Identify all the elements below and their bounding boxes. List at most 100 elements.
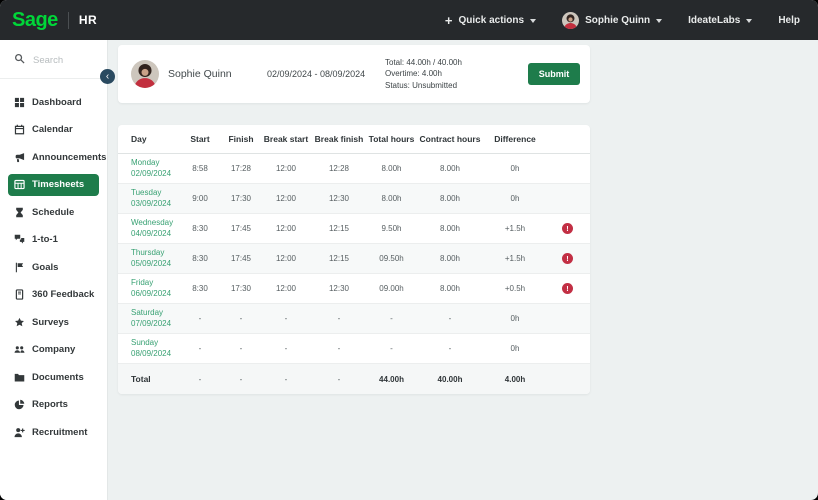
cell-difference: 0h [510, 344, 520, 353]
column-header-total-hours: Total hours [368, 134, 415, 144]
sage-logo[interactable]: Sage [12, 9, 58, 32]
sidebar-item-1-to-1[interactable]: 1-to-1 [0, 229, 107, 251]
sidebar-item-goals[interactable]: Goals [0, 256, 107, 278]
cell-total-hours: 09.50h [379, 254, 404, 263]
help-link[interactable]: Help [778, 15, 800, 26]
sidebar-item-schedule[interactable]: Schedule [0, 201, 107, 223]
cell-total-hours: - [390, 314, 393, 323]
overtime-warning-icon[interactable]: ! [562, 253, 573, 264]
cell-difference: 0h [510, 194, 520, 203]
cell-finish: 17:30 [230, 284, 252, 293]
day-name: Saturday [131, 308, 164, 318]
cell-contract-hours: 8.00h [439, 254, 461, 263]
search-icon [14, 51, 25, 69]
sidebar-item-timesheets[interactable]: Timesheets [8, 173, 99, 196]
cell-difference: 0h [510, 314, 520, 323]
cell-start: 8:30 [192, 254, 208, 263]
table-row-tuesday[interactable]: Tuesday 03/09/2024 9:00 17:30 12:00 12:30 8.00… [118, 184, 590, 214]
megaphone-icon [14, 152, 25, 163]
table-row-thursday[interactable]: Thursday 05/09/2024 8:30 17:45 12:00 12:15 09.… [118, 244, 590, 274]
sidebar-item-company[interactable]: Company [0, 339, 107, 361]
sidebar-item-360-feedback[interactable]: 360 Feedback [0, 284, 107, 306]
company-name: IdeateLabs [688, 14, 741, 26]
day-cell: Thursday 05/09/2024 [118, 248, 180, 269]
quick-actions-button[interactable]: + Quick actions [445, 14, 537, 27]
topbar-brand-group: Sage HR [12, 9, 97, 32]
overtime-warning-icon[interactable]: ! [562, 223, 573, 234]
table-row-friday[interactable]: Friday 06/09/2024 8:30 17:30 12:00 12:30 09.00… [118, 274, 590, 304]
table-total-row: Total - - - - 44.00h 40.00h 4.00h [118, 364, 590, 394]
cell-break-start: - [284, 314, 288, 323]
cell-warning: ! [545, 283, 590, 294]
chevron-down-icon [530, 18, 537, 23]
employee-name: Sophie Quinn [168, 68, 232, 80]
avatar [131, 60, 159, 88]
topbar: Sage HR + Quick actions Sophie Quinn Ide… [0, 0, 818, 40]
cell-finish: - [239, 314, 243, 323]
cell-total-hours: - [390, 344, 393, 353]
cell-finish: - [239, 374, 243, 384]
search-box[interactable] [0, 40, 107, 79]
cell-contract-hours: - [448, 344, 452, 353]
day-cell: Saturday 07/09/2024 [118, 308, 180, 329]
help-label: Help [778, 14, 800, 26]
cell-contract-hours: - [448, 314, 452, 323]
table-row-saturday[interactable]: Saturday 07/09/2024 - - - - - - 0h [118, 304, 590, 334]
column-header-break-finish: Break finish [314, 134, 364, 144]
user-menu[interactable]: Sophie Quinn [562, 11, 663, 29]
day-date: 05/09/2024 [131, 258, 172, 268]
sidebar-item-announcements[interactable]: Announcements [0, 146, 107, 168]
chevron-down-icon [746, 18, 753, 23]
column-header-contract-hours: Contract hours [419, 134, 481, 144]
submit-button[interactable]: Submit [528, 63, 580, 85]
sidebar-item-documents[interactable]: Documents [0, 366, 107, 388]
table-row-monday[interactable]: Monday 02/09/2024 8:58 17:28 12:00 12:28 8.00h… [118, 154, 590, 184]
table-row-wednesday[interactable]: Wednesday 04/09/2024 8:30 17:45 12:00 12:15 9.… [118, 214, 590, 244]
day-cell: Tuesday 03/09/2024 [118, 188, 180, 209]
sidebar-item-label: Announcements [32, 151, 107, 163]
cell-total-hours: 09.00h [379, 284, 404, 293]
summary-overtime: Overtime: 4.00h [385, 69, 442, 79]
total-label: Total [131, 374, 151, 384]
cell-break-start: 12:00 [275, 164, 297, 173]
overtime-warning-icon[interactable]: ! [562, 283, 573, 294]
sidebar-item-label: Dashboard [32, 96, 82, 108]
cell-break-start: 12:00 [275, 194, 297, 203]
cell-break-finish: - [337, 344, 341, 353]
sidebar-collapse-button[interactable]: ‹ [100, 69, 115, 84]
summary-total: Total: 44.00h / 40.00h [385, 58, 462, 68]
sidebar-item-label: Goals [32, 261, 59, 273]
cell-finish: - [239, 344, 243, 353]
sidebar-item-recruitment[interactable]: Recruitment [0, 421, 107, 443]
sidebar-item-reports[interactable]: Reports [0, 394, 107, 416]
company-menu[interactable]: IdeateLabs [688, 14, 753, 26]
sidebar-item-surveys[interactable]: Surveys [0, 311, 107, 333]
sidebar-item-calendar[interactable]: Calendar [0, 119, 107, 141]
cell-break-start: 12:00 [275, 284, 297, 293]
day-cell: Monday 02/09/2024 [118, 158, 180, 179]
sidebar: Dashboard Calendar Announcements Timesheets… [0, 40, 108, 500]
cell-break-start: 12:00 [275, 224, 297, 233]
sidebar-item-label: Documents [32, 371, 84, 383]
day-date: 08/09/2024 [131, 348, 172, 358]
column-header-break-start: Break start [263, 134, 309, 144]
cell-finish: 17:45 [230, 224, 252, 233]
table-row-sunday[interactable]: Sunday 08/09/2024 - - - - - - 0h [118, 334, 590, 364]
day-date: 07/09/2024 [131, 318, 172, 328]
day-name: Thursday [131, 248, 165, 258]
person-add-icon [14, 427, 25, 438]
day-name: Tuesday [131, 188, 162, 198]
cell-contract-hours: 40.00h [437, 374, 463, 384]
cell-total-hours: 8.00h [381, 164, 402, 173]
avatar [562, 11, 580, 29]
cell-contract-hours: 8.00h [439, 164, 461, 173]
day-name: Sunday [131, 338, 159, 348]
timesheet-summary: Total: 44.00h / 40.00h Overtime: 4.00h S… [385, 57, 462, 91]
user-name: Sophie Quinn [585, 14, 651, 26]
sidebar-item-dashboard[interactable]: Dashboard [0, 91, 107, 113]
timesheet-header-card: Sophie Quinn 02/09/2024 - 08/09/2024 Tot… [118, 45, 590, 103]
day-cell: Friday 06/09/2024 [118, 278, 180, 299]
day-date: 06/09/2024 [131, 288, 172, 298]
search-input[interactable] [31, 53, 97, 67]
pie-chart-icon [14, 399, 25, 410]
